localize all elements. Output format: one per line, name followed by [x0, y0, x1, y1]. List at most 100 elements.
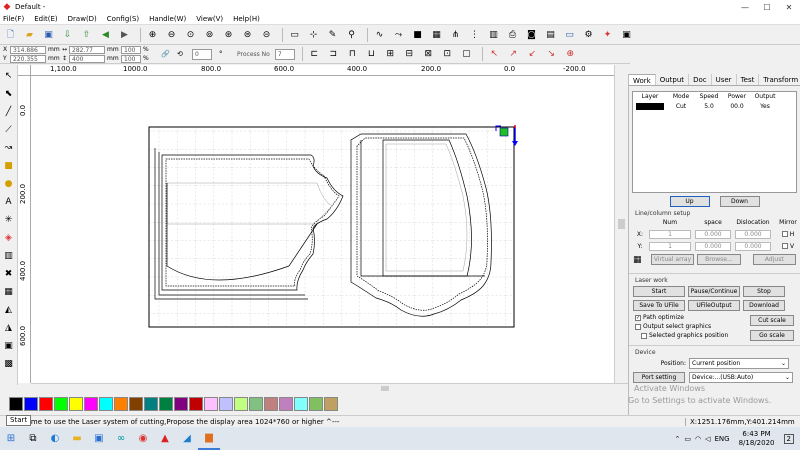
menu-help[interactable]: Help(H) [233, 15, 260, 23]
color-swatch[interactable] [114, 397, 128, 411]
checkbox[interactable] [641, 332, 647, 339]
active-app-taskbar-icon[interactable]: ▆ [198, 427, 220, 450]
align-center-v-icon[interactable]: ⊞ [383, 47, 398, 62]
cut-icon[interactable]: ▥ [486, 27, 501, 42]
mirror-h-icon[interactable]: ◭ [1, 302, 16, 317]
zoom-fit-icon[interactable]: ⊙ [183, 27, 198, 42]
delete-icon[interactable]: ✖ [1, 266, 16, 281]
close-button[interactable]: ✕ [778, 3, 800, 12]
import-icon[interactable]: ⇩ [60, 27, 75, 42]
align-right-icon[interactable]: ⊐ [326, 47, 341, 62]
volume-icon[interactable]: ◁ [705, 435, 710, 443]
stop-button[interactable]: Stop [743, 286, 785, 297]
width-input[interactable]: 282.77 [69, 45, 105, 54]
color-swatch[interactable] [69, 397, 83, 411]
color-swatch[interactable] [174, 397, 188, 411]
download-button[interactable]: Download [743, 300, 785, 311]
menu-file[interactable]: File(F) [3, 15, 24, 23]
select-node-icon[interactable]: ⊹ [306, 27, 321, 42]
rotate-input[interactable]: 0 [192, 48, 212, 60]
color-swatch[interactable] [99, 397, 113, 411]
ellipse-icon[interactable]: ● [1, 176, 16, 191]
pointer-icon[interactable]: ↖ [1, 68, 16, 83]
process-input[interactable]: 7 [274, 48, 295, 60]
browse-button[interactable]: Browse... [697, 254, 741, 265]
mirror-h-checkbox[interactable]: H [773, 231, 800, 238]
menu-edit[interactable]: Edit(E) [34, 15, 57, 23]
dot-icon[interactable]: ✳ [1, 212, 16, 227]
y-dislocation-input[interactable]: 0.000 [735, 241, 771, 251]
drawing-canvas[interactable] [31, 76, 614, 383]
color-swatch[interactable] [264, 397, 278, 411]
file-explorer-icon[interactable]: ▬ [66, 427, 88, 450]
task-view-icon[interactable]: ⧉ [22, 427, 44, 450]
tray-up-chevron-icon[interactable]: ⌃ [674, 435, 680, 443]
laser-app-taskbar-icon[interactable]: ▲ [154, 427, 176, 450]
move-top-right-icon[interactable]: ↗ [506, 47, 521, 62]
align-left-icon[interactable]: ⊏ [307, 47, 322, 62]
same-size-icon[interactable]: ▢ [459, 47, 474, 62]
horizontal-scrollbar[interactable] [31, 383, 628, 393]
tab-work[interactable]: Work [629, 74, 656, 85]
align-bottom-icon[interactable]: ⊔ [364, 47, 379, 62]
layer-row[interactable]: Cut 5.0 00.0 Yes [633, 102, 796, 112]
rectangle-icon[interactable]: ■ [1, 158, 16, 173]
node-edit-icon[interactable]: ⬉ [1, 86, 16, 101]
origin-marker[interactable] [499, 127, 509, 137]
virtual-array-button[interactable]: Virtual array [650, 254, 695, 265]
same-height-icon[interactable]: ⊡ [440, 47, 455, 62]
minimize-button[interactable]: — [734, 3, 756, 12]
color-swatch[interactable] [84, 397, 98, 411]
tab-transform[interactable]: Transform [759, 74, 800, 85]
matrix-icon[interactable]: ▩ [1, 356, 16, 371]
polyline-icon[interactable]: ⟋ [1, 122, 16, 137]
tab-user[interactable]: User [712, 74, 737, 85]
text-icon[interactable]: A [1, 194, 16, 209]
new-file-icon[interactable]: 🗋 [3, 27, 18, 42]
scale-x-input[interactable]: 100 [121, 45, 141, 54]
x-num-input[interactable]: 1 [649, 229, 691, 239]
zoom-select-icon[interactable]: ⊛ [221, 27, 236, 42]
vscode-icon[interactable]: ◢ [176, 427, 198, 450]
move-bottom-right-icon[interactable]: ↘ [544, 47, 559, 62]
menu-draw[interactable]: Draw(D) [68, 15, 97, 23]
color-swatch[interactable] [129, 397, 143, 411]
mirror-v-checkbox[interactable]: V [773, 243, 800, 250]
checkbox[interactable] [635, 323, 641, 330]
path-optimize-option[interactable]: ✓ Path optimize [635, 313, 750, 322]
forward-icon[interactable]: ▶ [117, 27, 132, 42]
move-top-left-icon[interactable]: ↖ [487, 47, 502, 62]
mirror-v-icon[interactable]: ◮ [1, 320, 16, 335]
up-button[interactable]: Up [669, 196, 710, 207]
start-button[interactable]: Start [633, 286, 685, 297]
edge-browser-icon[interactable]: ◐ [44, 427, 66, 450]
frame-icon[interactable]: ▭ [287, 27, 302, 42]
same-width-icon[interactable]: ⊠ [421, 47, 436, 62]
simulate-icon[interactable]: ▤ [543, 27, 558, 42]
curve-icon[interactable]: ∿ [372, 27, 387, 42]
port-setting-button[interactable]: Port setting [633, 372, 685, 383]
tab-doc[interactable]: Doc [689, 74, 712, 85]
tab-test[interactable]: Test [737, 74, 760, 85]
clock[interactable]: 6:43 PM 8/18/2020 [734, 430, 780, 448]
color-swatch[interactable] [204, 397, 218, 411]
height-input[interactable]: 400 [69, 54, 105, 63]
y-space-input[interactable]: 0.000 [695, 241, 731, 251]
scroll-thumb[interactable] [618, 219, 625, 229]
save-icon[interactable]: ▣ [41, 27, 56, 42]
link-icon[interactable]: ⚲ [344, 27, 359, 42]
frame-tool-icon[interactable]: ▣ [1, 338, 16, 353]
down-button[interactable]: Down [719, 196, 760, 207]
move-center-icon[interactable]: ⊕ [563, 47, 578, 62]
open-folder-icon[interactable]: ▰ [22, 27, 37, 42]
camera-icon[interactable]: ◙ [524, 27, 539, 42]
color-swatch[interactable] [249, 397, 263, 411]
position-select[interactable]: Current position ⌄ [689, 358, 789, 369]
align-top-icon[interactable]: ⊓ [345, 47, 360, 62]
zoom-all-icon[interactable]: ⊜ [240, 27, 255, 42]
store-icon[interactable]: ▣ [88, 427, 110, 450]
adjust-button[interactable]: Adjust [752, 254, 797, 265]
notification-icon[interactable]: 2 [783, 433, 794, 444]
zoom-page-icon[interactable]: ⊚ [202, 27, 217, 42]
printer-icon[interactable]: ⎙ [505, 27, 520, 42]
